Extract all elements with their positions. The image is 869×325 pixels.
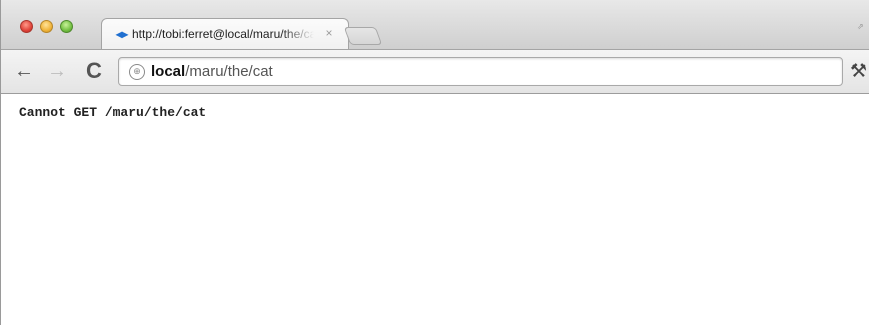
tab-close-icon[interactable]: × — [322, 26, 336, 40]
tab-strip: ◂▸ http://tobi:ferret@local/maru/the/cat… — [1, 0, 869, 49]
new-tab-button[interactable] — [343, 27, 383, 45]
back-button[interactable]: ← — [13, 60, 35, 82]
globe-icon: ⊕ — [129, 64, 145, 80]
forward-button[interactable]: → — [46, 60, 68, 82]
reload-button[interactable]: C — [82, 60, 106, 82]
window-minimize-button[interactable] — [40, 20, 53, 33]
fullscreen-icon[interactable]: ⇗ — [857, 22, 864, 31]
error-message: Cannot GET /maru/the/cat — [19, 105, 207, 120]
loading-arrows-icon: ◂▸ — [116, 27, 129, 41]
window-close-button[interactable] — [20, 20, 33, 33]
tab-active[interactable]: ◂▸ http://tobi:ferret@local/maru/the/cat… — [101, 18, 349, 49]
url-host: local — [151, 63, 186, 80]
url-path: /maru/the/cat — [185, 63, 273, 80]
tab-title: http://tobi:ferret@local/maru/the/cat — [132, 27, 314, 41]
url-text[interactable]: local/maru/the/cat — [151, 63, 273, 81]
browser-window: ◂▸ http://tobi:ferret@local/maru/the/cat… — [0, 0, 869, 325]
page-content: Cannot GET /maru/the/cat — [2, 94, 869, 325]
browser-toolbar: ← → C ⊕ local/maru/the/cat ⚡︎ ☆ ⚒︎ — [1, 49, 869, 94]
window-maximize-button[interactable] — [60, 20, 73, 33]
address-bar[interactable]: ⊕ local/maru/the/cat ⚡︎ ☆ — [118, 57, 843, 86]
wrench-icon[interactable]: ⚒︎ — [850, 60, 867, 83]
